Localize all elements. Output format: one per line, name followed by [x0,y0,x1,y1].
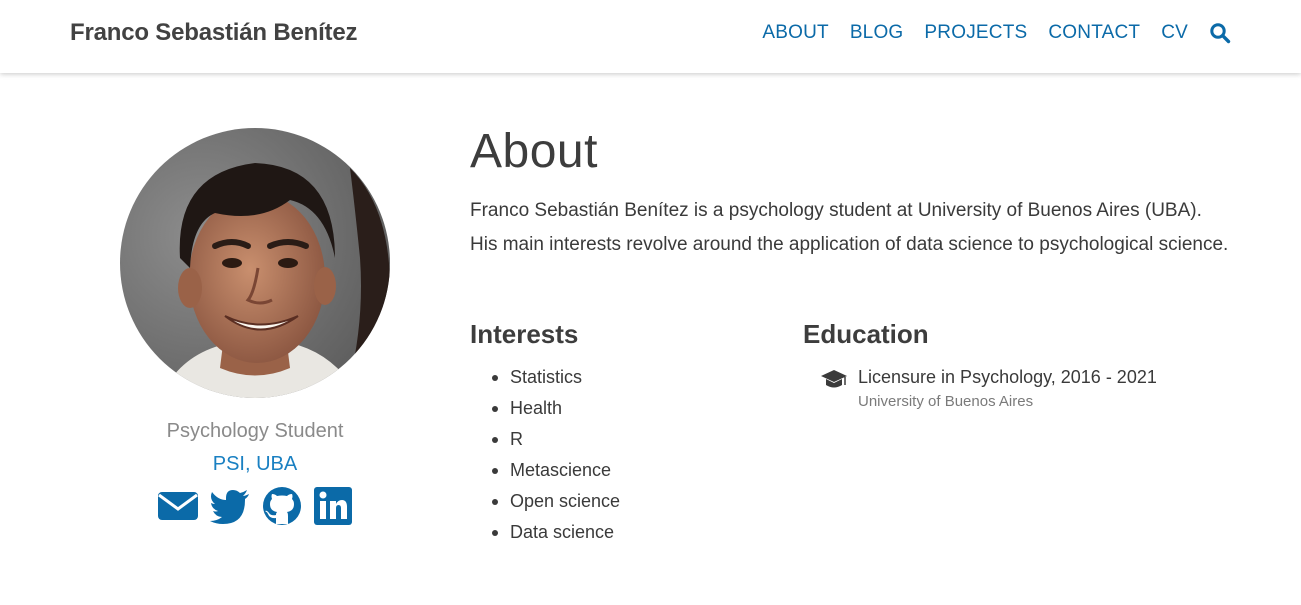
avatar [120,128,390,398]
nav-item-about[interactable]: ABOUT [762,22,828,44]
interests-heading: Interests [470,319,579,349]
top-navbar: Franco Sebastián Benítez ABOUT BLOG PROJ… [0,0,1301,73]
profile-organization-link[interactable]: PSI, UBA [100,453,410,476]
details-columns: Interests Statistics Health R Metascienc… [470,318,1240,558]
interest-label: Health [510,398,563,418]
interest-label: Open science [510,491,621,511]
interest-label: Metascience [510,460,612,480]
bullet-icon [492,406,498,412]
interests-section: Interests Statistics Health R Metascienc… [470,318,790,548]
twitter-icon[interactable] [209,486,251,526]
interest-label: Data science [510,522,615,542]
github-icon[interactable] [261,486,303,526]
bullet-icon [492,468,498,474]
education-item: Licensure in Psychology, 2016 - 2021 Uni… [803,362,1233,411]
education-heading: Education [803,319,929,349]
nav-item-blog[interactable]: BLOG [850,22,904,44]
profile-role: Psychology Student [166,420,344,442]
education-institution: University of Buenos Aires [858,393,1034,410]
list-item: Health [470,393,790,424]
interests-list: Statistics Health R Metascience Open sci… [470,362,790,548]
social-links [100,486,410,526]
list-item: Data science [470,517,790,548]
nav-item-cv[interactable]: CV [1161,22,1188,44]
bullet-icon [492,530,498,536]
education-degree: Licensure in Psychology, 2016 - 2021 [858,367,1157,387]
interest-label: Statistics [510,367,583,387]
about-section: About Franco Sebastián Benítez is a psyc… [470,124,1240,558]
profile-card: Psychology Student PSI, UBA [100,128,410,526]
nav-item-contact[interactable]: CONTACT [1048,22,1140,44]
bullet-icon [492,375,498,381]
page-title: About [470,125,598,178]
list-item: Metascience [470,455,790,486]
interest-label: R [510,429,523,449]
bullet-icon [492,437,498,443]
linkedin-icon[interactable] [313,486,353,526]
bullet-icon [492,499,498,505]
site-brand[interactable]: Franco Sebastián Benítez [70,19,357,47]
main-nav: ABOUT BLOG PROJECTS CONTACT CV [762,22,1231,44]
list-item: R [470,424,790,455]
graduation-cap-icon [820,368,848,390]
envelope-icon[interactable] [157,486,199,526]
education-section: Education Licensure in Psychology, 2016 … [803,318,1233,411]
list-item: Statistics [470,362,790,393]
search-icon[interactable] [1209,22,1231,44]
nav-item-projects[interactable]: PROJECTS [924,22,1027,44]
list-item: Open science [470,486,790,517]
bio-paragraph: Franco Sebastián Benítez is a psychology… [470,200,1229,255]
